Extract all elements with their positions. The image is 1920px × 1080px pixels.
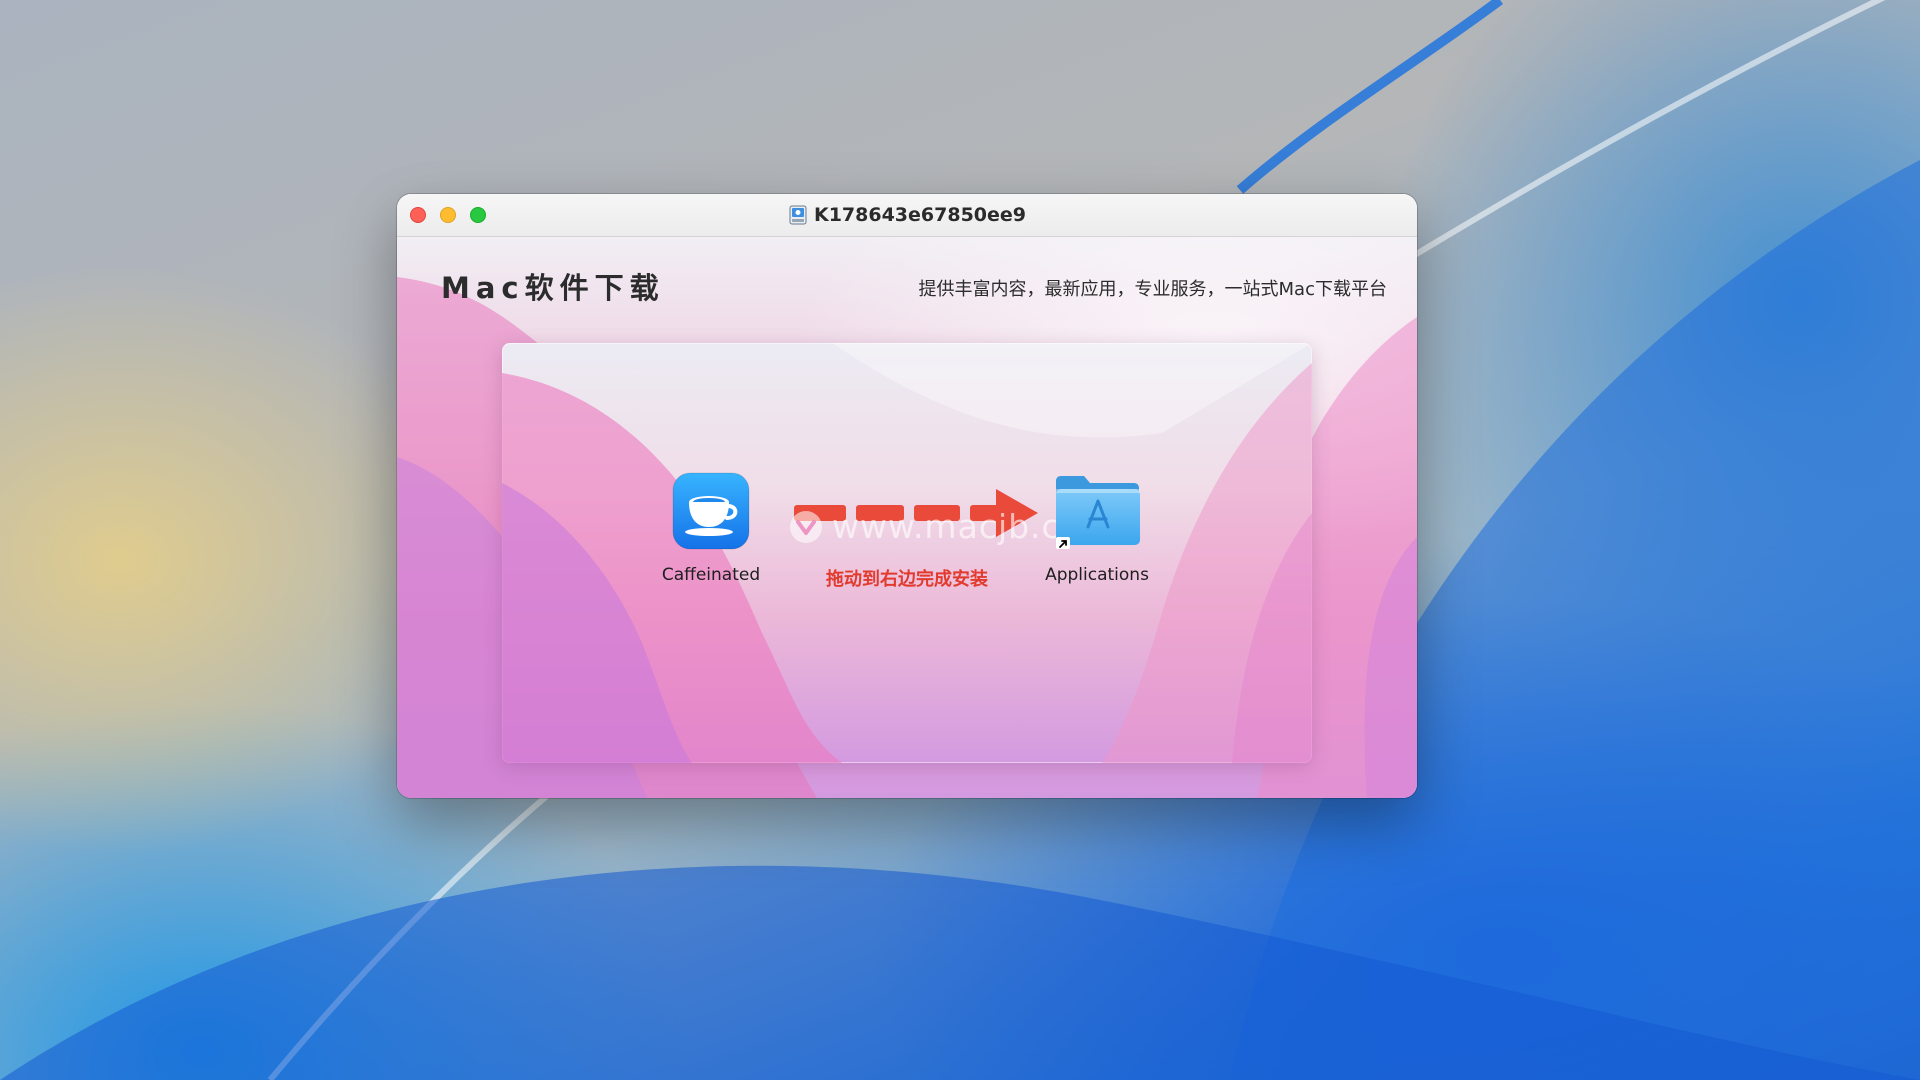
applications-label: Applications (1045, 565, 1149, 585)
brand-slogan: 提供丰富内容，最新应用，专业服务，一站式Mac下载平台 (918, 279, 1387, 300)
desktop: K178643e67850ee9 Mac软件下载 提供丰富内容，最新应用，专业服… (0, 0, 1920, 1080)
caffeinated-label: Caffeinated (661, 565, 761, 585)
panel-background (502, 343, 1312, 763)
installer-window: K178643e67850ee9 Mac软件下载 提供丰富内容，最新应用，专业服… (397, 194, 1417, 798)
disk-image-icon (789, 205, 807, 225)
install-panel: Caffeinated www.macjb.com 拖动到右边完成安装 Appl… (502, 343, 1312, 763)
window-content: Mac软件下载 提供丰富内容，最新应用，专业服务，一站式Mac下载平台 Caff… (397, 237, 1417, 798)
coffee-cup-icon[interactable] (671, 471, 751, 551)
caffeinated-app-item[interactable]: Caffeinated (646, 471, 776, 585)
applications-folder-icon[interactable] (1052, 471, 1142, 551)
drag-instruction: 拖动到右边完成安装 (826, 569, 988, 590)
watermark-logo-icon (790, 510, 822, 543)
window-title-group: K178643e67850ee9 (397, 194, 1417, 236)
window-title: K178643e67850ee9 (813, 204, 1027, 226)
applications-folder-item[interactable]: Applications (1027, 471, 1167, 585)
brand-title: Mac软件下载 (441, 271, 665, 305)
title-bar[interactable]: K178643e67850ee9 (397, 194, 1417, 237)
